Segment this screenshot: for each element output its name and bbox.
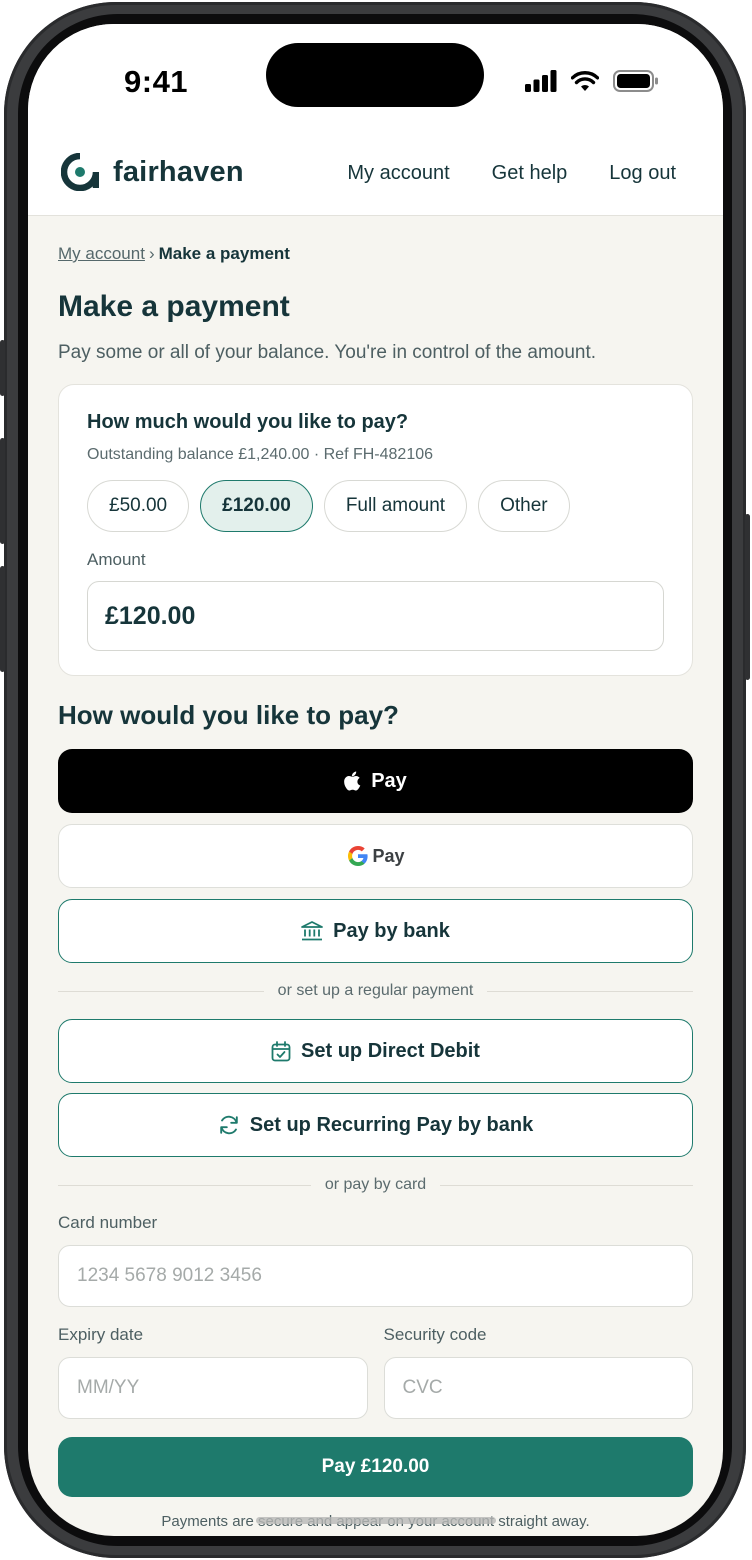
divider-line xyxy=(58,1184,311,1186)
main-content: My account › Make a payment Make a payment… xyxy=(58,216,694,1530)
card-payment-divider: or pay by card xyxy=(58,1157,694,1213)
recurring-pay-by-bank-button[interactable]: Set up Recurring Pay by bank xyxy=(58,1093,693,1157)
cellular-signal-icon xyxy=(525,70,557,92)
nav-log-out[interactable]: Log out xyxy=(609,162,676,185)
nav-my-account[interactable]: My account xyxy=(347,162,449,185)
volume-down-button xyxy=(0,566,5,672)
phone-screen: 9:41 fairhaven My account Get help Log o… xyxy=(28,24,723,1536)
amount-chip-other[interactable]: Other xyxy=(478,480,570,532)
dynamic-island xyxy=(266,43,484,107)
breadcrumb: My account › Make a payment xyxy=(58,244,693,264)
breadcrumb-separator: › xyxy=(148,244,155,263)
status-bar: 9:41 xyxy=(28,24,723,134)
battery-icon xyxy=(613,70,658,92)
expiry-cvc-row: Expiry date MM/YY Security code CVC xyxy=(58,1325,693,1419)
pay-button[interactable]: Pay £120.00 xyxy=(58,1437,693,1497)
apple-pay-button[interactable]: Pay xyxy=(58,749,693,813)
security-code-label: Security code xyxy=(383,1325,487,1344)
expiry-input[interactable]: MM/YY xyxy=(58,1357,368,1419)
google-logo-icon xyxy=(348,846,369,866)
power-button xyxy=(745,514,750,680)
brand-name: fairhaven xyxy=(113,155,244,188)
regular-payment-divider: or set up a regular payment xyxy=(58,963,694,1019)
amount-label: Amount xyxy=(87,550,146,569)
divider-line xyxy=(58,990,264,992)
top-nav: My account Get help Log out xyxy=(347,162,676,185)
divider-line xyxy=(487,990,694,992)
wifi-icon xyxy=(571,70,599,91)
fairhaven-logo-icon xyxy=(61,153,99,191)
status-time: 9:41 xyxy=(124,64,189,99)
security-code-input[interactable]: CVC xyxy=(383,1357,693,1419)
bank-icon xyxy=(301,921,324,941)
apple-pay-label: Pay xyxy=(371,769,407,792)
card-number-label: Card number xyxy=(58,1213,158,1232)
amount-chip-120-selected[interactable]: £120.00 xyxy=(200,480,313,532)
page-title: Make a payment xyxy=(58,290,290,323)
home-indicator[interactable] xyxy=(256,1517,496,1524)
pay-by-bank-label: Pay by bank xyxy=(333,919,450,942)
amount-chips: £50.00 £120.00 Full amount Other xyxy=(87,480,664,532)
regular-payment-divider-text: or set up a regular payment xyxy=(277,982,474,999)
calendar-check-icon xyxy=(271,1040,291,1061)
status-icons xyxy=(525,70,659,92)
amount-chip-full[interactable]: Full amount xyxy=(323,480,468,532)
card-number-input[interactable]: 1234 5678 9012 3456 xyxy=(58,1245,693,1307)
direct-debit-label: Set up Direct Debit xyxy=(301,1039,480,1062)
refresh-cycle-icon xyxy=(220,1115,238,1135)
direct-debit-button[interactable]: Set up Direct Debit xyxy=(58,1019,693,1083)
mute-switch xyxy=(0,340,5,396)
balance-reference: Outstanding balance £1,240.00 · Ref FH-4… xyxy=(87,446,434,463)
expiry-field: Expiry date MM/YY xyxy=(58,1325,368,1419)
breadcrumb-my-account[interactable]: My account xyxy=(58,244,145,263)
site-header: fairhaven My account Get help Log out xyxy=(28,134,723,216)
apple-logo-icon xyxy=(344,771,361,791)
expiry-label: Expiry date xyxy=(58,1325,144,1344)
google-pay-label: Pay xyxy=(372,845,405,866)
amount-card-title: How much would you like to pay? xyxy=(87,411,409,433)
amount-card: How much would you like to pay? Outstand… xyxy=(58,384,693,676)
brand-logo[interactable]: fairhaven xyxy=(61,153,244,191)
security-code-field: Security code CVC xyxy=(383,1325,693,1419)
amount-input[interactable]: £120.00 xyxy=(87,581,664,651)
google-pay-button[interactable]: Pay xyxy=(58,824,693,888)
payment-method-title: How would you like to pay? xyxy=(58,700,399,730)
recurring-label: Set up Recurring Pay by bank xyxy=(249,1113,534,1136)
nav-get-help[interactable]: Get help xyxy=(492,162,568,185)
page-subtitle: Pay some or all of your balance. You're … xyxy=(58,342,597,363)
breadcrumb-current: Make a payment xyxy=(158,244,290,263)
volume-up-button xyxy=(0,438,5,544)
divider-line xyxy=(440,1184,694,1186)
amount-chip-50[interactable]: £50.00 xyxy=(87,480,190,532)
pay-by-bank-button[interactable]: Pay by bank xyxy=(58,899,693,963)
card-payment-divider-text: or pay by card xyxy=(324,1176,427,1193)
